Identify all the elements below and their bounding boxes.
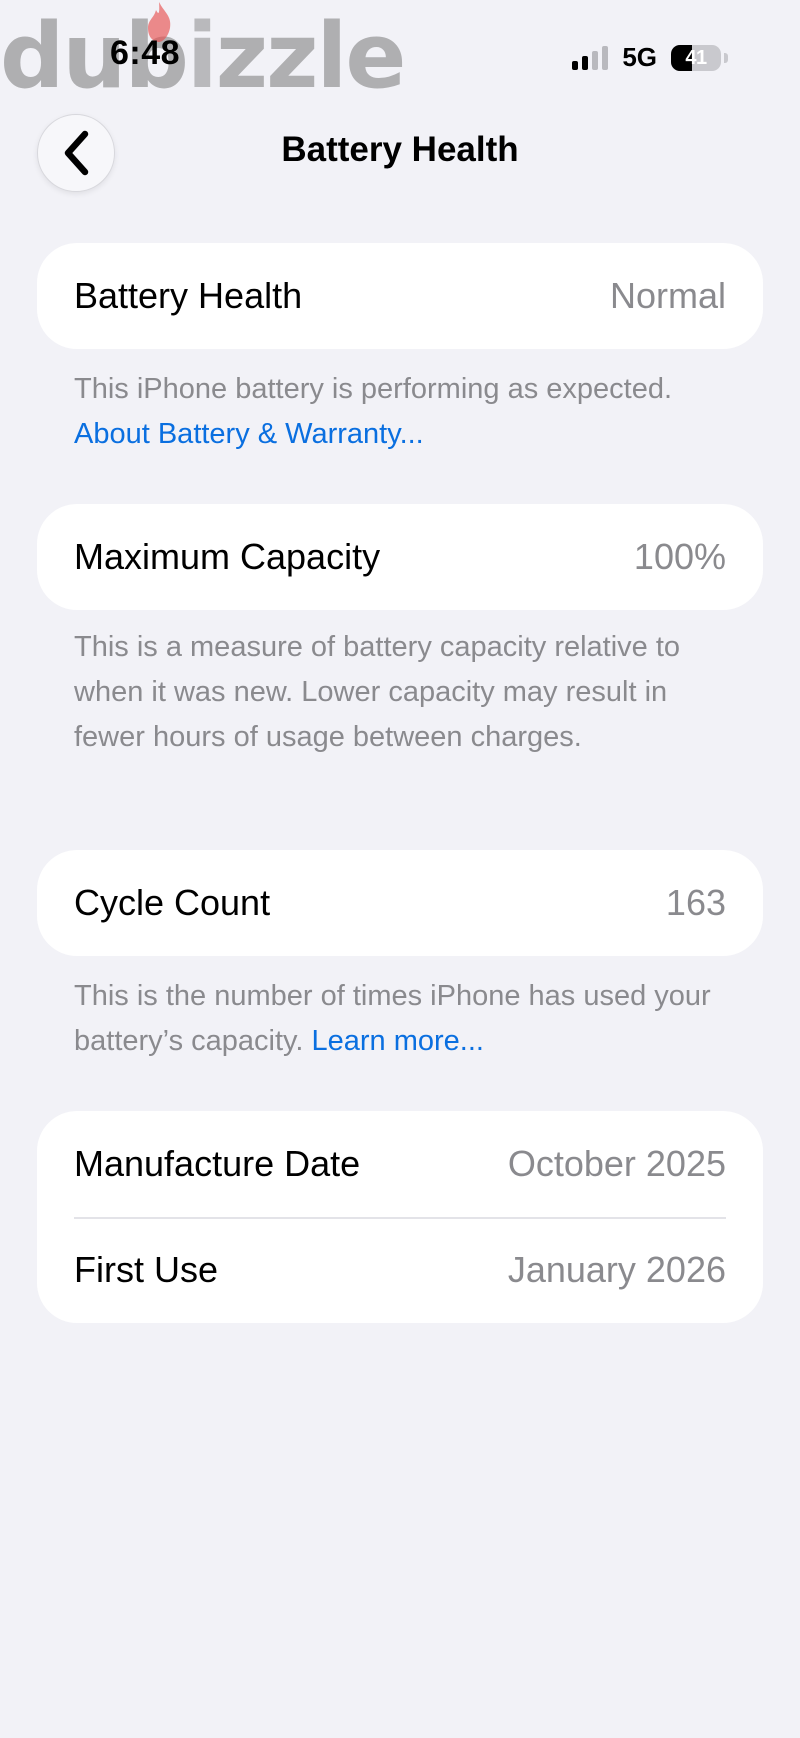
cycle-count-value: 163 xyxy=(665,882,726,923)
maximum-capacity-footer: This is a measure of battery capacity re… xyxy=(74,625,734,760)
manufacture-date-label: Manufacture Date xyxy=(74,1143,361,1184)
status-time: 6:48 xyxy=(110,34,181,72)
battery-health-card[interactable]: Battery Health Normal xyxy=(37,243,763,349)
first-use-row: First Use January 2026 xyxy=(37,1217,763,1323)
about-battery-warranty-link[interactable]: About Battery & Warranty... xyxy=(74,418,424,450)
manufacture-date-row: Manufacture Date October 2025 xyxy=(37,1111,763,1217)
battery-health-footer: This iPhone battery is performing as exp… xyxy=(74,367,734,457)
status-bar: dubizzle 6:48 5G 41 xyxy=(0,0,800,110)
cellular-signal-icon xyxy=(572,45,609,70)
row-divider xyxy=(74,1217,726,1219)
page-title: Battery Health xyxy=(281,130,519,169)
dubizzle-watermark: dubizzle xyxy=(0,4,406,109)
learn-more-link[interactable]: Learn more... xyxy=(311,1025,483,1057)
maximum-capacity-value: 100% xyxy=(633,536,726,577)
battery-health-value: Normal xyxy=(609,275,726,316)
first-use-label: First Use xyxy=(74,1249,218,1290)
maximum-capacity-footer-text: This is a measure of battery capacity re… xyxy=(74,631,681,753)
cycle-count-footer: This is the number of times iPhone has u… xyxy=(74,974,734,1064)
cycle-count-row: Cycle Count 163 xyxy=(37,850,763,956)
first-use-value: January 2026 xyxy=(507,1249,726,1290)
battery-cap xyxy=(724,52,728,63)
battery-health-label: Battery Health xyxy=(74,275,303,316)
battery-health-footer-text: This iPhone battery is performing as exp… xyxy=(74,373,673,405)
cycle-count-label: Cycle Count xyxy=(74,882,271,923)
battery-level: 41 xyxy=(685,46,707,69)
maximum-capacity-card: Maximum Capacity 100% xyxy=(37,504,763,610)
manufacture-date-value: October 2025 xyxy=(507,1143,726,1184)
network-type: 5G xyxy=(622,42,657,72)
battery-health-row[interactable]: Battery Health Normal xyxy=(37,243,763,349)
battery-icon: 41 xyxy=(671,44,721,71)
maximum-capacity-label: Maximum Capacity xyxy=(74,536,381,577)
cycle-count-card: Cycle Count 163 xyxy=(37,850,763,956)
dates-card: Manufacture Date October 2025 First Use … xyxy=(37,1111,763,1323)
status-indicators: 5G 41 xyxy=(572,42,728,73)
maximum-capacity-row: Maximum Capacity 100% xyxy=(37,504,763,610)
